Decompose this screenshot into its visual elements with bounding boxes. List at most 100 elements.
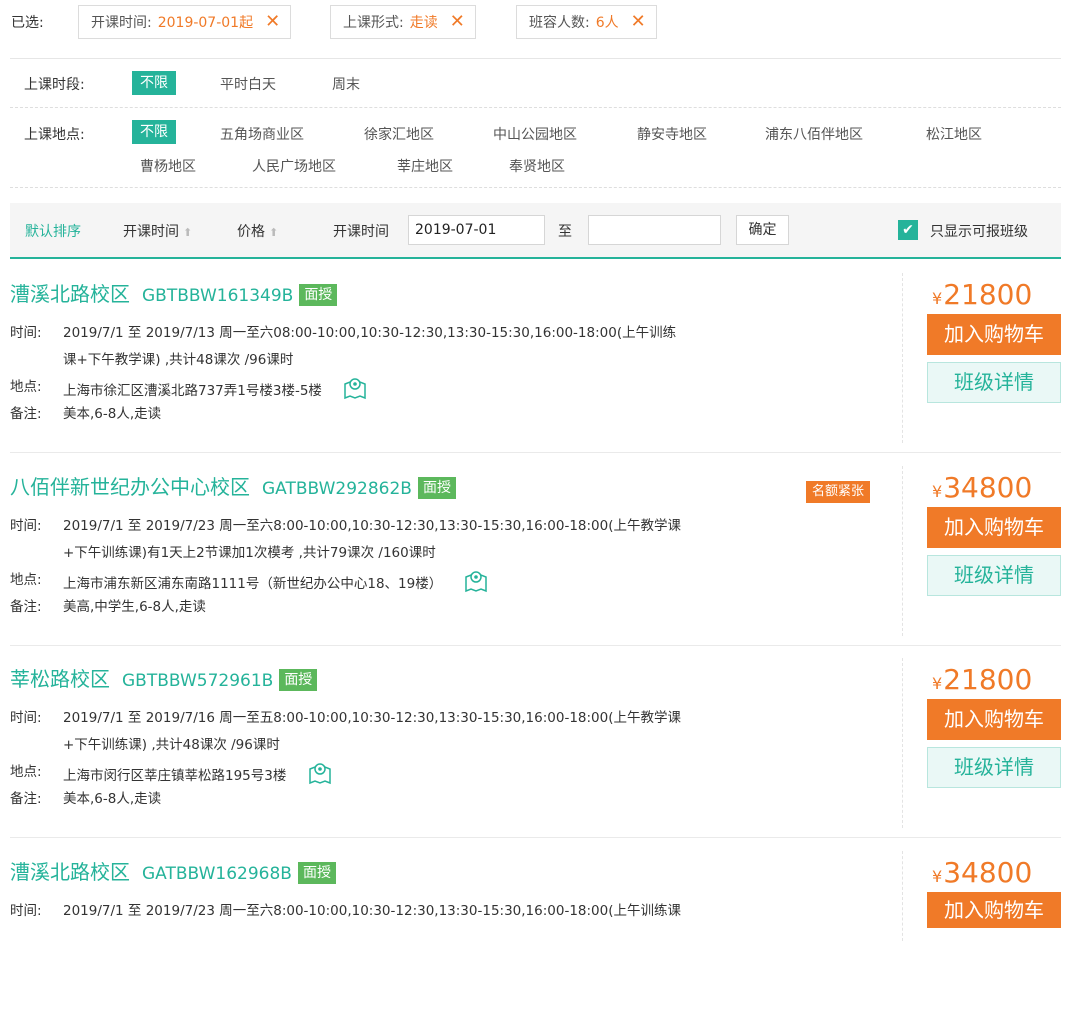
- course-code: GBTBBW572961B: [122, 671, 274, 691]
- chip-key: 班容人数:: [529, 15, 590, 31]
- map-pin-icon[interactable]: [463, 568, 489, 594]
- divider: [10, 187, 1061, 188]
- campus-name: 漕溪北路校区: [10, 282, 130, 306]
- time-label: 时间:: [10, 518, 42, 534]
- chip-value: 6人: [595, 15, 619, 31]
- currency-symbol: ¥: [932, 482, 943, 501]
- note-text: 美高,中学生,6-8人,走读: [63, 599, 206, 615]
- course-title[interactable]: 八佰伴新世纪办公中心校区 GATBBW292862B 面授: [10, 471, 456, 500]
- period-option-weekend[interactable]: 周末: [332, 74, 360, 94]
- date-from-input[interactable]: [408, 215, 545, 245]
- place-label: 地点:: [10, 572, 42, 588]
- date-range-to: 至: [558, 224, 572, 240]
- location-option[interactable]: 静安寺地区: [637, 124, 707, 144]
- selected-label: 已选:: [11, 15, 44, 31]
- campus-name: 八佰伴新世纪办公中心校区: [10, 475, 250, 499]
- note-text: 美本,6-8人,走读: [63, 791, 162, 807]
- price-value: 34800: [943, 856, 1033, 889]
- location-option[interactable]: 徐家汇地区: [364, 124, 434, 144]
- price-value: 21800: [943, 663, 1033, 696]
- place-label: 地点:: [10, 764, 42, 780]
- close-icon[interactable]: ✕: [265, 13, 280, 31]
- selected-chip-class-form[interactable]: 上课形式: 走读 ✕: [330, 5, 476, 39]
- sort-start-time[interactable]: 开课时间 ⬆: [123, 221, 192, 241]
- location-option-any[interactable]: 不限: [132, 120, 176, 144]
- location-option[interactable]: 五角场商业区: [220, 124, 304, 144]
- location-option[interactable]: 浦东八佰伴地区: [765, 124, 863, 144]
- sort-price-label: 价格: [237, 224, 265, 240]
- time-line-2: +下午训练课)有1天上2节课加1次模考 ,共计79课次 /160课时: [63, 545, 436, 561]
- class-detail-button[interactable]: 班级详情: [927, 555, 1061, 596]
- confirm-button[interactable]: 确定: [736, 215, 789, 245]
- place-text: 上海市闵行区莘庄镇莘松路195号3楼: [63, 768, 287, 784]
- price-value: 21800: [943, 278, 1033, 311]
- price: ¥21800: [932, 278, 1032, 311]
- time-line-1: 2019/7/1 至 2019/7/13 周一至六08:00-10:00,10:…: [63, 325, 677, 341]
- time-label: 时间:: [10, 903, 42, 919]
- course-title[interactable]: 莘松路校区 GBTBBW572961B 面授: [10, 663, 318, 692]
- currency-symbol: ¥: [932, 289, 943, 308]
- course-card: 漕溪北路校区 GBTBBW161349B 面授 时间: 2019/7/1 至 201…: [0, 260, 1080, 453]
- note-label: 备注:: [10, 406, 42, 422]
- time-line-1: 2019/7/1 至 2019/7/23 周一至六8:00-10:00,10:3…: [63, 518, 682, 534]
- date-to-input[interactable]: [588, 215, 721, 245]
- note-text: 美本,6-8人,走读: [63, 406, 162, 422]
- sort-bar: 默认排序 开课时间 ⬆ 价格 ⬆ 开课时间 至 确定 ✔ 只显示可报班级: [10, 203, 1061, 259]
- close-icon[interactable]: ✕: [450, 13, 465, 31]
- currency-symbol: ¥: [932, 674, 943, 693]
- mode-badge: 面授: [279, 669, 318, 691]
- chip-key: 上课形式:: [343, 15, 404, 31]
- map-pin-icon[interactable]: [342, 375, 368, 401]
- add-to-cart-button[interactable]: 加入购物车: [927, 314, 1061, 355]
- divider: [902, 658, 903, 828]
- arrow-up-icon: ⬆: [183, 226, 193, 239]
- note-label: 备注:: [10, 599, 42, 615]
- divider: [902, 273, 903, 443]
- chip-value: 走读: [409, 15, 438, 31]
- add-to-cart-button[interactable]: 加入购物车: [927, 507, 1061, 548]
- location-option[interactable]: 莘庄地区: [397, 156, 453, 176]
- course-title[interactable]: 漕溪北路校区 GBTBBW161349B 面授: [10, 278, 338, 307]
- location-option[interactable]: 人民广场地区: [252, 156, 336, 176]
- course-card: 莘松路校区 GBTBBW572961B 面授 时间: 2019/7/1 至 2019…: [0, 645, 1080, 838]
- only-available-label[interactable]: 只显示可报班级: [930, 221, 1028, 241]
- course-code: GATBBW292862B: [262, 479, 412, 499]
- period-filter-label: 上课时段:: [24, 77, 85, 93]
- close-icon[interactable]: ✕: [631, 13, 646, 31]
- time-label: 时间:: [10, 710, 42, 726]
- arrow-up-icon: ⬆: [269, 226, 279, 239]
- course-title[interactable]: 漕溪北路校区 GATBBW162968B 面授: [10, 856, 336, 885]
- checkmark-icon[interactable]: ✔: [898, 220, 918, 240]
- currency-symbol: ¥: [932, 867, 943, 886]
- mode-badge: 面授: [299, 284, 338, 306]
- note-label: 备注:: [10, 791, 42, 807]
- time-line-1: 2019/7/1 至 2019/7/23 周一至六8:00-10:00,10:3…: [63, 903, 682, 919]
- price: ¥34800: [932, 471, 1032, 504]
- period-option-weekday[interactable]: 平时白天: [220, 74, 276, 94]
- place-text: 上海市浦东新区浦东南路1111号（新世纪办公中心18、19楼）: [63, 576, 443, 592]
- period-option-any[interactable]: 不限: [132, 71, 176, 95]
- location-filter-label: 上课地点:: [24, 127, 85, 143]
- class-detail-button[interactable]: 班级详情: [927, 362, 1061, 403]
- sort-price[interactable]: 价格 ⬆: [237, 221, 278, 241]
- location-option[interactable]: 松江地区: [926, 124, 982, 144]
- map-pin-icon[interactable]: [307, 760, 333, 786]
- add-to-cart-button[interactable]: 加入购物车: [927, 892, 1061, 928]
- price-value: 34800: [943, 471, 1033, 504]
- sort-default[interactable]: 默认排序: [25, 221, 81, 241]
- place-label: 地点:: [10, 379, 42, 395]
- time-line-2: +下午训练课) ,共计48课次 /96课时: [63, 737, 280, 753]
- location-option[interactable]: 曹杨地区: [140, 156, 196, 176]
- place-row: 上海市徐汇区漕溪北路737弄1号楼3楼-5楼: [63, 375, 368, 401]
- class-detail-button[interactable]: 班级详情: [927, 747, 1061, 788]
- selected-chip-start-time[interactable]: 开课时间: 2019-07-01起 ✕: [78, 5, 292, 39]
- divider: [10, 107, 1061, 108]
- time-line-1: 2019/7/1 至 2019/7/16 周一至五8:00-10:00,10:3…: [63, 710, 682, 726]
- selected-chip-class-size[interactable]: 班容人数: 6人 ✕: [516, 5, 657, 39]
- campus-name: 莘松路校区: [10, 667, 110, 691]
- location-option[interactable]: 中山公园地区: [493, 124, 577, 144]
- course-card: 漕溪北路校区 GATBBW162968B 面授 时间: 2019/7/1 至 201…: [0, 838, 1080, 1031]
- add-to-cart-button[interactable]: 加入购物车: [927, 699, 1061, 740]
- location-option[interactable]: 奉贤地区: [509, 156, 565, 176]
- campus-name: 漕溪北路校区: [10, 860, 130, 884]
